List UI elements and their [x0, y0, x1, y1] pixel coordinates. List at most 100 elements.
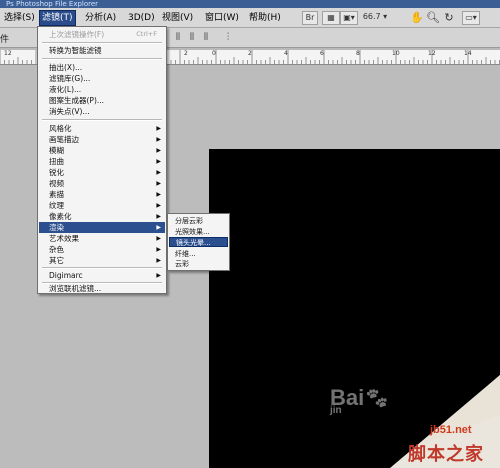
menu-item-label: 渲染 [49, 223, 64, 232]
submenu-arrow-icon: ▶ [156, 235, 161, 242]
paw-icon: 🐾︎ [364, 388, 390, 410]
menu-item-label: 风格化 [49, 124, 72, 133]
menu-item-pattern-maker[interactable]: 图案生成器(P)... [39, 95, 165, 106]
menu-item-label: 像素化 [49, 212, 72, 221]
submenu-arrow-icon: ▶ [156, 202, 161, 209]
view-extras-button[interactable]: ▦ [322, 11, 340, 25]
submenu-item-difference-clouds[interactable]: 分层云彩 [169, 216, 228, 226]
ruler-number: 2 [184, 50, 188, 57]
menu-item-render[interactable]: 渲染 ▶ [39, 222, 165, 233]
zoom-level[interactable]: 66.7 ▾ [362, 11, 388, 25]
menu-item-label: 转换为智能滤镜 [49, 46, 102, 55]
menu-item-label: 画笔描边 [49, 135, 79, 144]
menu-item-video[interactable]: 视频 ▶ [39, 178, 165, 189]
zoom-tool-icon[interactable]: 🔍︎ [426, 11, 440, 25]
ruler-number: 6 [320, 50, 324, 57]
grid-icon: ▦ [327, 13, 335, 22]
menu-separator [42, 267, 162, 269]
submenu-arrow-icon: ▶ [156, 180, 161, 187]
submenu-arrow-icon: ▶ [156, 246, 161, 253]
arrange-documents-button[interactable]: ▣▾ [340, 11, 358, 25]
submenu-item-clouds[interactable]: 云彩 [169, 259, 228, 269]
align-left-icon[interactable]: ⫴ [172, 31, 184, 44]
menu-item-label: Digimarc [49, 271, 83, 280]
submenu-arrow-icon: ▶ [156, 147, 161, 154]
menu-item-label: 其它 [49, 256, 64, 265]
align-center-icon[interactable]: ⫴ [186, 31, 198, 44]
watermark-cn: 脚本之家 [408, 444, 484, 465]
submenu-item-lighting-effects[interactable]: 光照效果... [169, 227, 228, 237]
menu-3d[interactable]: 3D(D) [126, 11, 157, 25]
menu-item-label: 素描 [49, 190, 64, 199]
menu-select[interactable]: 选择(S) [2, 11, 37, 25]
menu-item-sharpen[interactable]: 锐化 ▶ [39, 167, 165, 178]
submenu-arrow-icon: ▶ [156, 136, 161, 143]
menu-item-browse-online-filters[interactable]: 浏览联机滤镜... [39, 283, 165, 294]
menu-item-artistic[interactable]: 艺术效果 ▶ [39, 233, 165, 244]
options-label: 件 [0, 35, 10, 45]
menu-item-distort[interactable]: 扭曲 ▶ [39, 156, 165, 167]
menu-item-label: 杂色 [49, 245, 64, 254]
menu-separator [42, 119, 162, 121]
submenu-item-label: 纤维... [175, 250, 196, 258]
menu-item-last-filter: 上次滤镜操作(F) Ctrl+F [39, 29, 165, 40]
ruler-number: 12 [4, 50, 12, 57]
menu-item-filter-gallery[interactable]: 滤镜库(G)... [39, 73, 165, 84]
ruler-number: 10 [392, 50, 400, 57]
menu-item-blur[interactable]: 模糊 ▶ [39, 145, 165, 156]
menu-item-label: 锐化 [49, 168, 64, 177]
menu-item-label: 滤镜库(G)... [49, 74, 91, 83]
menu-item-liquify[interactable]: 液化(L)... [39, 84, 165, 95]
menu-item-noise[interactable]: 杂色 ▶ [39, 244, 165, 255]
baidu-watermark-logo: Bai🐾︎ jin [330, 385, 450, 425]
watermark-site: jb51.net [430, 424, 472, 436]
shortcut-label: Ctrl+F [136, 30, 157, 38]
menu-item-label: 扭曲 [49, 157, 64, 166]
menu-item-convert-smart-filter[interactable]: 转换为智能滤镜 [39, 45, 165, 56]
submenu-item-fibers[interactable]: 纤维... [169, 249, 228, 259]
menu-analysis[interactable]: 分析(A) [83, 11, 118, 25]
menu-bar: 选择(S) 滤镜(T) 分析(A) 3D(D) 视图(V) 窗口(W) 帮助(H… [0, 8, 500, 28]
auto-align-icon[interactable]: ⫶ [222, 31, 234, 44]
hand-tool-icon[interactable]: ✋ [410, 11, 424, 25]
menu-help[interactable]: 帮助(H) [247, 11, 283, 25]
menu-item-label: 纹理 [49, 201, 64, 210]
menu-item-digimarc[interactable]: Digimarc ▶ [39, 270, 165, 281]
screen-mode-button[interactable]: ▭▾ [462, 11, 480, 25]
ruler-number: 12 [428, 50, 436, 57]
menu-item-label: 图案生成器(P)... [49, 96, 105, 105]
menu-separator [42, 58, 162, 60]
ruler-number: 2 [248, 50, 252, 57]
ruler-number: 4 [284, 50, 288, 57]
menu-item-vanishing-point[interactable]: 消失点(V)... [39, 106, 165, 117]
menu-item-sketch[interactable]: 素描 ▶ [39, 189, 165, 200]
submenu-item-label: 云彩 [175, 260, 189, 268]
menu-item-stylize[interactable]: 风格化 ▶ [39, 123, 165, 134]
menu-item-label: 消失点(V)... [49, 107, 90, 116]
menu-item-texture[interactable]: 纹理 ▶ [39, 200, 165, 211]
menu-item-label: 抽出(X)... [49, 63, 83, 72]
menu-item-brush-strokes[interactable]: 画笔描边 ▶ [39, 134, 165, 145]
menu-item-label: 模糊 [49, 146, 64, 155]
title-bar: Ps Photoshop File Explorer [0, 0, 500, 8]
menu-item-extract[interactable]: 抽出(X)... [39, 62, 165, 73]
submenu-arrow-icon: ▶ [156, 169, 161, 176]
menu-item-other[interactable]: 其它 ▶ [39, 255, 165, 266]
bridge-button[interactable]: Br [302, 11, 318, 25]
menu-item-pixelate[interactable]: 像素化 ▶ [39, 211, 165, 222]
menu-filter[interactable]: 滤镜(T) [39, 10, 76, 26]
ruler-number: 8 [356, 50, 360, 57]
submenu-arrow-icon: ▶ [156, 272, 161, 279]
ruler-number: 0 [212, 50, 216, 57]
render-submenu: 分层云彩 光照效果... 镜头光晕... 纤维... 云彩 [167, 213, 230, 271]
layout-icon: ▣▾ [343, 13, 355, 22]
submenu-item-lens-flare[interactable]: 镜头光晕... [169, 237, 228, 247]
menu-view[interactable]: 视图(V) [160, 11, 195, 25]
menu-window[interactable]: 窗口(W) [203, 11, 241, 25]
zoom-value: 66.7 [362, 12, 381, 21]
rotate-view-icon[interactable]: ↻ [442, 11, 456, 25]
menu-item-label: 浏览联机滤镜... [49, 284, 102, 293]
submenu-arrow-icon: ▶ [156, 125, 161, 132]
align-right-icon[interactable]: ⫴ [200, 31, 212, 44]
submenu-arrow-icon: ▶ [156, 213, 161, 220]
